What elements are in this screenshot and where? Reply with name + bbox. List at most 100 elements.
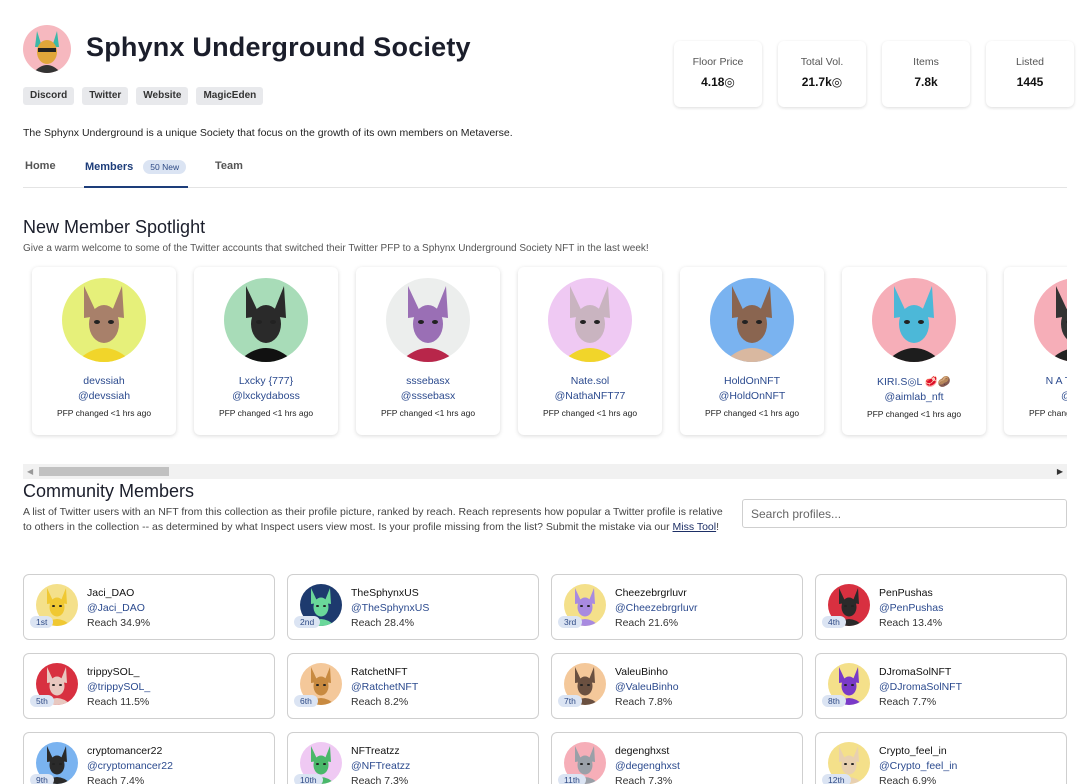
community-description-end: ! [716, 521, 720, 533]
spotlight-name[interactable]: Lxcky {777} [194, 375, 338, 387]
spotlight-card[interactable]: devssiah @devssiah PFP changed <1 hrs ago [32, 267, 176, 435]
spotlight-card[interactable]: Lxcky {777} @lxckydaboss PFP changed <1 hr… [194, 267, 338, 435]
member-handle[interactable]: @DJromaSolNFT [879, 681, 962, 693]
community-member-grid: 1st Jaci_DAO @Jaci_DAO Reach 34.9% 2nd TheSph… [23, 574, 1067, 784]
member-handle[interactable]: @TheSphynxUS [351, 602, 429, 614]
tab-team[interactable]: Team [215, 160, 243, 172]
community-description-text: A list of Twitter users with an NFT from… [23, 506, 723, 533]
spotlight-handle[interactable]: @aimlab_nft [842, 391, 986, 403]
community-description: A list of Twitter users with an NFT from… [23, 505, 723, 535]
member-handle[interactable]: @trippySOL_ [87, 681, 150, 693]
member-reach: Reach 21.6% [615, 617, 679, 629]
spotlight-scrollbar[interactable]: ◀ ▶ [23, 464, 1067, 479]
member-handle[interactable]: @ValeuBinho [615, 681, 679, 693]
spotlight-handle[interactable]: @devssiah [32, 390, 176, 402]
rank-badge: 3rd [558, 616, 583, 628]
member-reach: Reach 7.8% [615, 696, 673, 708]
tab-members[interactable]: Members 50 New [85, 160, 187, 174]
stat-value: 4.18◎ [701, 75, 735, 89]
tab-home[interactable]: Home [25, 160, 56, 172]
scroll-left-arrow-icon[interactable]: ◀ [27, 467, 33, 476]
spotlight-avatar [548, 278, 632, 362]
spotlight-name[interactable]: Nate.sol [518, 375, 662, 387]
member-name: PenPushas [879, 587, 933, 599]
rank-badge: 11th [558, 774, 586, 784]
scroll-thumb[interactable] [39, 467, 169, 476]
member-handle[interactable]: @RatchetNFT [351, 681, 418, 693]
member-card[interactable]: 5th trippySOL_ @trippySOL_ Reach 11.5% [23, 653, 275, 719]
new-members-badge: 50 New [143, 160, 187, 174]
member-card[interactable]: 11th degenghxst @degenghxst Reach 7.3% [551, 732, 803, 784]
member-handle[interactable]: @Cheezebrgrluvr [615, 602, 697, 614]
spotlight-avatar [62, 278, 146, 362]
spotlight-handle[interactable]: @HoldOnNFT [680, 390, 824, 402]
member-handle[interactable]: @NFTreatzz [351, 760, 410, 772]
spotlight-card[interactable]: N A T H.S◎L @inyo PFP changed <1 hrs ago [1004, 267, 1067, 435]
miss-tool-link[interactable]: Miss Tool [673, 521, 717, 533]
rank-badge: 7th [558, 695, 582, 707]
spotlight-card[interactable]: Nate.sol @NathaNFT77 PFP changed <1 hrs ag… [518, 267, 662, 435]
member-card[interactable]: 7th ValeuBinho @ValeuBinho Reach 7.8% [551, 653, 803, 719]
website-link[interactable]: Website [136, 87, 189, 105]
discord-link[interactable]: Discord [23, 87, 75, 105]
rank-badge: 1st [30, 616, 54, 628]
member-card[interactable]: 12th Crypto_feel_in @Crypto_feel_in Reach 6… [815, 732, 1067, 784]
spotlight-name[interactable]: KIRI.S◎L 🥩🥔 [842, 375, 986, 388]
spotlight-card[interactable]: HoldOnNFT @HoldOnNFT PFP changed <1 hrs ag… [680, 267, 824, 435]
member-reach: Reach 6.9% [879, 775, 937, 784]
member-handle[interactable]: @degenghxst [615, 760, 680, 772]
rank-badge: 12th [822, 774, 851, 784]
spotlight-handle[interactable]: @NathaNFT77 [518, 390, 662, 402]
spotlight-handle[interactable]: @inyo [1004, 390, 1067, 402]
spotlight-name[interactable]: devssiah [32, 375, 176, 387]
member-name: degenghxst [615, 745, 670, 757]
member-handle[interactable]: @PenPushas [879, 602, 943, 614]
member-card[interactable]: 9th cryptomancer22 @cryptomancer22 Reach 7.… [23, 732, 275, 784]
stat-value: 7.8k [914, 75, 938, 89]
member-handle[interactable]: @Crypto_feel_in [879, 760, 957, 772]
active-tab-indicator [84, 186, 188, 188]
stat-label: Total Vol. [800, 56, 844, 68]
member-handle[interactable]: @Jaci_DAO [87, 602, 145, 614]
search-profiles-input[interactable] [742, 499, 1067, 528]
rank-badge: 6th [294, 695, 318, 707]
twitter-link[interactable]: Twitter [82, 87, 129, 105]
member-card[interactable]: 2nd TheSphynxUS @TheSphynxUS Reach 28.4% [287, 574, 539, 640]
spotlight-card[interactable]: sssebasx @sssebasx PFP changed <1 hrs ago [356, 267, 500, 435]
spotlight-card[interactable]: KIRI.S◎L 🥩🥔 @aimlab_nft PFP changed <1 hrs… [842, 267, 986, 435]
member-card[interactable]: 8th DJromaSolNFT @DJromaSolNFT Reach 7.7% [815, 653, 1067, 719]
magiceden-link[interactable]: MagicEden [196, 87, 264, 105]
spotlight-name[interactable]: HoldOnNFT [680, 375, 824, 387]
rank-badge: 8th [822, 695, 846, 707]
spotlight-pfp-changed: PFP changed <1 hrs ago [542, 408, 638, 418]
scroll-right-arrow-icon[interactable]: ▶ [1057, 467, 1063, 476]
spotlight-avatar [710, 278, 794, 362]
member-name: cryptomancer22 [87, 745, 163, 757]
stat-value: 21.7k◎ [801, 75, 843, 89]
spotlight-handle[interactable]: @lxckydaboss [194, 390, 338, 402]
community-title: Community Members [23, 481, 195, 501]
tab-members-label: Members [85, 161, 134, 173]
member-card[interactable]: 6th RatchetNFT @RatchetNFT Reach 8.2% [287, 653, 539, 719]
spotlight-handle[interactable]: @sssebasx [356, 390, 500, 402]
member-card[interactable]: 3rd Cheezebrgrluvr @Cheezebrgrluvr Reach 21… [551, 574, 803, 640]
social-links: Discord Twitter Website MagicEden [23, 87, 264, 105]
member-name: RatchetNFT [351, 666, 408, 678]
member-handle[interactable]: @cryptomancer22 [87, 760, 173, 772]
stat-floor-price: Floor Price 4.18◎ [674, 41, 762, 107]
member-reach: Reach 28.4% [351, 617, 415, 629]
member-name: Jaci_DAO [87, 587, 135, 599]
member-card[interactable]: 4th PenPushas @PenPushas Reach 13.4% [815, 574, 1067, 640]
spotlight-pfp-changed: PFP changed <1 hrs ago [1028, 408, 1067, 418]
spotlight-pfp-changed: PFP changed <1 hrs ago [704, 408, 800, 418]
spotlight-name[interactable]: N A T H.S◎L [1004, 375, 1067, 387]
member-reach: Reach 8.2% [351, 696, 409, 708]
member-card[interactable]: 10th NFTreatzz @NFTreatzz Reach 7.3% [287, 732, 539, 784]
spotlight-carousel[interactable]: devssiah @devssiah PFP changed <1 hrs ago L… [23, 262, 1067, 462]
rank-badge: 2nd [294, 616, 321, 628]
member-card[interactable]: 1st Jaci_DAO @Jaci_DAO Reach 34.9% [23, 574, 275, 640]
stat-label: Items [913, 56, 939, 68]
spotlight-name[interactable]: sssebasx [356, 375, 500, 387]
rank-badge: 9th [30, 774, 54, 784]
member-name: TheSphynxUS [351, 587, 419, 599]
